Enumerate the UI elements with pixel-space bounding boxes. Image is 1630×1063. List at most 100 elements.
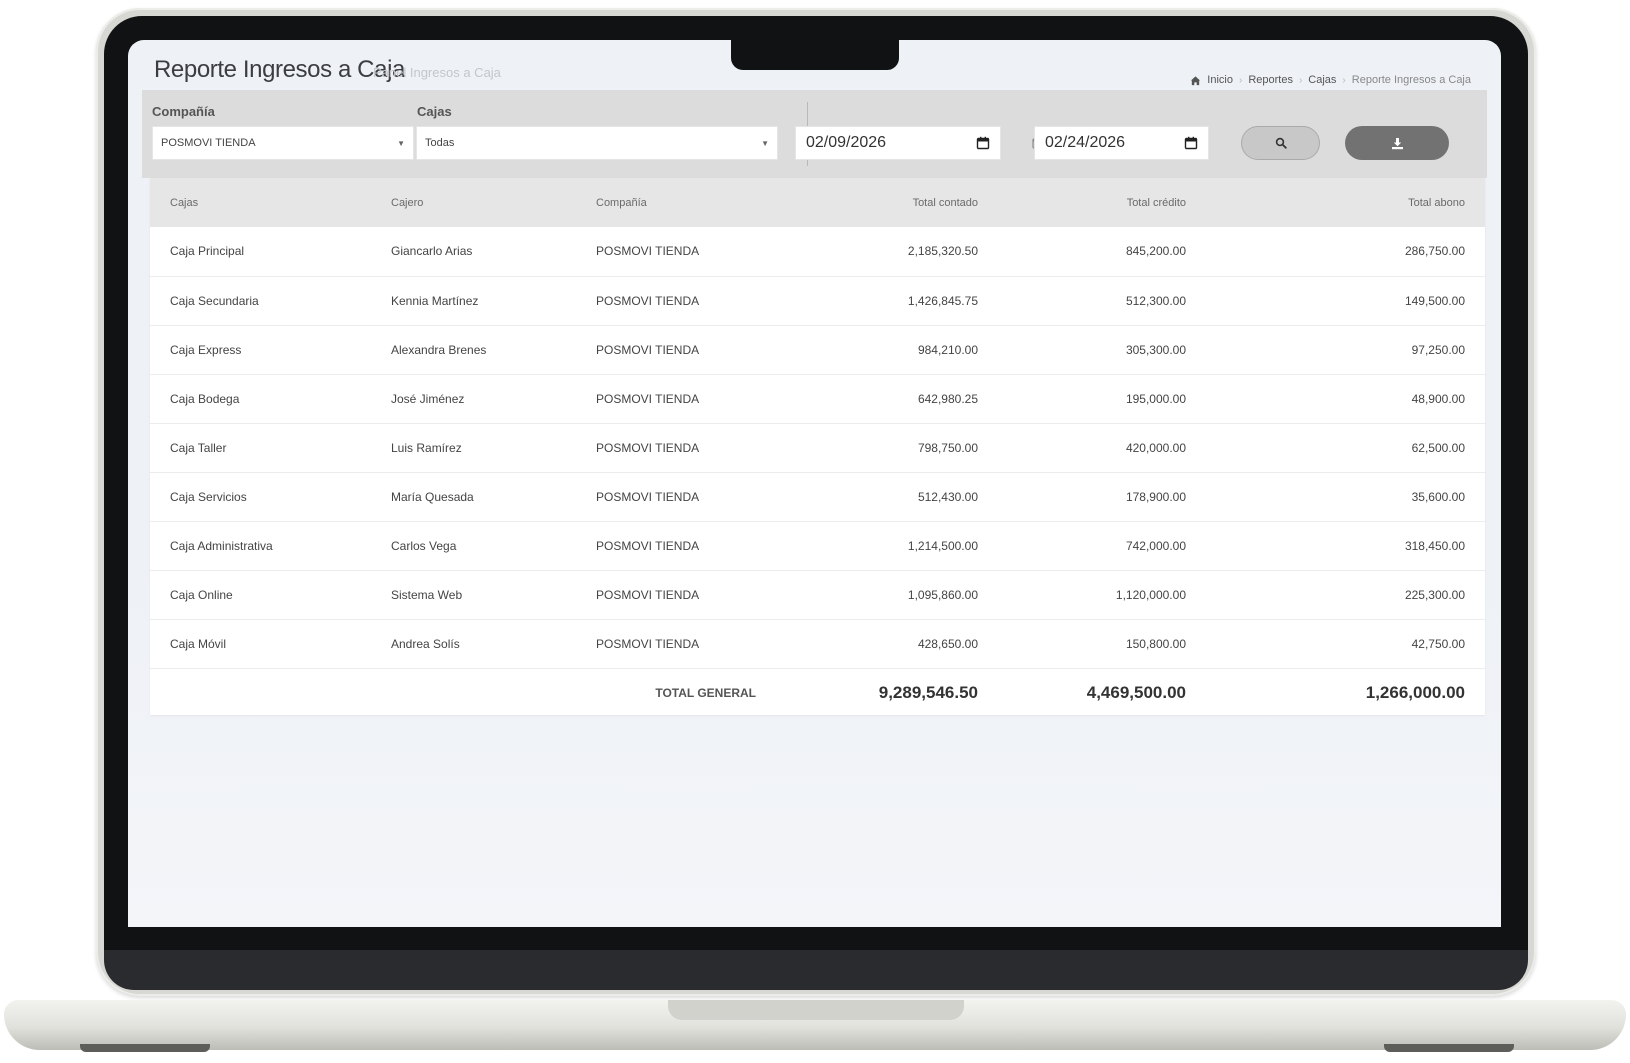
breadcrumb-inicio[interactable]: Inicio bbox=[1207, 74, 1233, 86]
filter-bar: Compañía POSMOVI TIENDA ▼ Cajas Todas ▼ … bbox=[142, 90, 1487, 178]
cell-total-abono: 48,900.00 bbox=[1206, 374, 1485, 424]
table-row: Caja Administrativa Carlos Vega POSMOVI … bbox=[150, 521, 1485, 571]
date-to-value: 02/24/2026 bbox=[1045, 134, 1126, 151]
cell-compania: POSMOVI TIENDA bbox=[576, 570, 776, 620]
cell-total-credito: 512,300.00 bbox=[998, 276, 1206, 326]
column-header-compania: Compañía bbox=[576, 178, 776, 227]
breadcrumb-separator: › bbox=[1238, 74, 1243, 86]
total-abono: 1,266,000.00 bbox=[1365, 682, 1465, 702]
search-icon bbox=[1275, 137, 1287, 149]
cell-caja: Caja Administrativa bbox=[150, 521, 371, 571]
page-title: Reporte Ingresos a Caja bbox=[154, 56, 405, 83]
home-icon bbox=[1191, 75, 1201, 85]
company-select-value: POSMOVI TIENDA bbox=[161, 137, 256, 149]
date-from-input[interactable]: 02/09/2026 bbox=[795, 126, 1001, 160]
cell-total-credito: 305,300.00 bbox=[998, 325, 1206, 375]
cajas-label: Cajas bbox=[417, 104, 452, 119]
table-row: Caja Secundaria Kennia Martínez POSMOVI … bbox=[150, 276, 1485, 326]
column-header-cajero: Cajero bbox=[371, 178, 576, 227]
laptop-foot-right bbox=[1384, 1044, 1514, 1052]
page-subtitle: Panel Ingresos a Caja bbox=[373, 65, 501, 80]
cell-caja: Caja Bodega bbox=[150, 374, 371, 424]
chevron-down-icon: ▼ bbox=[397, 138, 405, 148]
cell-compania: POSMOVI TIENDA bbox=[576, 423, 776, 473]
cell-total-abono: 62,500.00 bbox=[1206, 423, 1485, 473]
cell-total-abono: 149,500.00 bbox=[1206, 276, 1485, 326]
cell-total-credito: 845,200.00 bbox=[998, 227, 1206, 277]
cell-cajero: Luis Ramírez bbox=[371, 423, 576, 473]
company-select[interactable]: POSMOVI TIENDA ▼ bbox=[152, 126, 414, 160]
camera-notch bbox=[731, 40, 899, 70]
breadcrumb-reportes[interactable]: Reportes bbox=[1248, 74, 1293, 86]
column-header-total-abono: Total abono bbox=[1206, 178, 1485, 227]
calendar-icon[interactable] bbox=[1184, 136, 1198, 150]
cell-caja: Caja Online bbox=[150, 570, 371, 620]
column-header-total-credito: Total crédito bbox=[998, 178, 1206, 227]
breadcrumb-cajas[interactable]: Cajas bbox=[1308, 74, 1336, 86]
table-row: Caja Móvil Andrea Solís POSMOVI TIENDA 4… bbox=[150, 619, 1485, 669]
cell-total-credito: 1,120,000.00 bbox=[998, 570, 1206, 620]
cell-total-contado: 1,426,845.75 bbox=[776, 276, 998, 326]
cell-total-contado: 1,214,500.00 bbox=[776, 521, 998, 571]
cell-total-contado: 512,430.00 bbox=[776, 472, 998, 522]
table-row: Caja Express Alexandra Brenes POSMOVI TI… bbox=[150, 325, 1485, 375]
breadcrumb: Inicio › Reportes › Cajas › Reporte Ingr… bbox=[1190, 74, 1471, 86]
cell-caja: Caja Servicios bbox=[150, 472, 371, 522]
cell-total-contado: 984,210.00 bbox=[776, 325, 998, 375]
cell-total-credito: 150,800.00 bbox=[998, 619, 1206, 669]
cell-compania: POSMOVI TIENDA bbox=[576, 325, 776, 375]
total-row: TOTAL GENERAL 9,289,546.50 4,469,500.00 … bbox=[150, 668, 1485, 717]
total-label: TOTAL GENERAL bbox=[655, 685, 756, 700]
cell-total-credito: 420,000.00 bbox=[998, 423, 1206, 473]
cell-caja: Caja Taller bbox=[150, 423, 371, 473]
column-header-total-contado: Total contado bbox=[776, 178, 998, 227]
cajas-select-value: Todas bbox=[425, 137, 455, 149]
cell-total-contado: 428,650.00 bbox=[776, 619, 998, 669]
search-button[interactable] bbox=[1241, 126, 1320, 160]
app-screen: Reporte Ingresos a Caja Panel Ingresos a… bbox=[128, 40, 1501, 927]
cell-total-abono: 42,750.00 bbox=[1206, 619, 1485, 669]
cell-compania: POSMOVI TIENDA bbox=[576, 521, 776, 571]
cell-compania: POSMOVI TIENDA bbox=[576, 619, 776, 669]
cell-total-abono: 286,750.00 bbox=[1206, 227, 1485, 277]
cell-cajero: José Jiménez bbox=[371, 374, 576, 424]
calendar-icon[interactable] bbox=[976, 136, 990, 150]
table-row: Caja Servicios María Quesada POSMOVI TIE… bbox=[150, 472, 1485, 522]
table-row: Caja Principal Giancarlo Arias POSMOVI T… bbox=[150, 227, 1485, 277]
breadcrumb-separator: › bbox=[1298, 74, 1303, 86]
cell-total-contado: 1,095,860.00 bbox=[776, 570, 998, 620]
company-label: Compañía bbox=[152, 104, 215, 119]
table-row: Caja Online Sistema Web POSMOVI TIENDA 1… bbox=[150, 570, 1485, 620]
cell-compania: POSMOVI TIENDA bbox=[576, 227, 776, 277]
cell-total-contado: 642,980.25 bbox=[776, 374, 998, 424]
breadcrumb-current: Reporte Ingresos a Caja bbox=[1351, 74, 1471, 86]
table-row: Caja Taller Luis Ramírez POSMOVI TIENDA … bbox=[150, 423, 1485, 473]
cell-caja: Caja Secundaria bbox=[150, 276, 371, 326]
cell-cajero: María Quesada bbox=[371, 472, 576, 522]
cell-cajero: Kennia Martínez bbox=[371, 276, 576, 326]
download-icon bbox=[1391, 137, 1403, 149]
chevron-down-icon: ▼ bbox=[761, 138, 769, 148]
cell-cajero: Carlos Vega bbox=[371, 521, 576, 571]
download-button[interactable] bbox=[1345, 126, 1449, 160]
cajas-select[interactable]: Todas ▼ bbox=[416, 126, 778, 160]
cell-caja: Caja Móvil bbox=[150, 619, 371, 669]
cell-caja: Caja Principal bbox=[150, 227, 371, 277]
cell-total-abono: 97,250.00 bbox=[1206, 325, 1485, 375]
cell-caja: Caja Express bbox=[150, 325, 371, 375]
date-to-input[interactable]: 02/24/2026 bbox=[1034, 126, 1209, 160]
table-row: Caja Bodega José Jiménez POSMOVI TIENDA … bbox=[150, 374, 1485, 424]
laptop-foot-left bbox=[80, 1044, 210, 1052]
cell-total-abono: 225,300.00 bbox=[1206, 570, 1485, 620]
cell-cajero: Sistema Web bbox=[371, 570, 576, 620]
cell-total-credito: 742,000.00 bbox=[998, 521, 1206, 571]
laptop-chin bbox=[104, 950, 1528, 990]
cell-cajero: Andrea Solís bbox=[371, 619, 576, 669]
total-credito: 4,469,500.00 bbox=[1086, 682, 1186, 702]
total-contado: 9,289,546.50 bbox=[878, 682, 978, 702]
cell-total-abono: 318,450.00 bbox=[1206, 521, 1485, 571]
date-from-value: 02/09/2026 bbox=[806, 134, 887, 151]
cell-total-credito: 178,900.00 bbox=[998, 472, 1206, 522]
report-table: Cajas Cajero Compañía Total contado Tota… bbox=[150, 178, 1485, 715]
cell-compania: POSMOVI TIENDA bbox=[576, 472, 776, 522]
